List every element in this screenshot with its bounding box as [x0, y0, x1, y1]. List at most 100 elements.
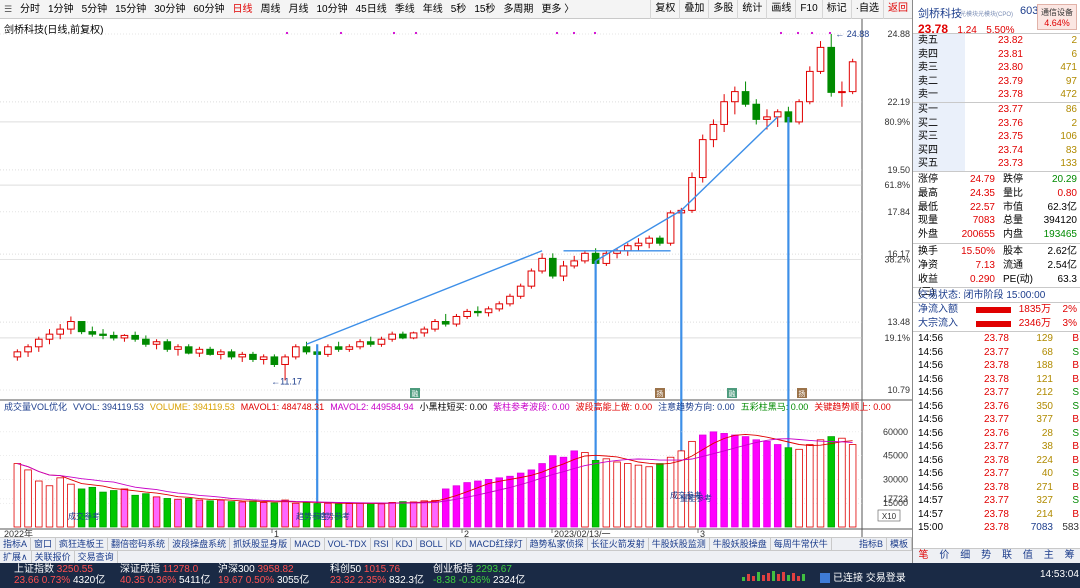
indicator-tab[interactable]: VOL-TDX [325, 538, 371, 550]
orderbook-row[interactable]: 买三 23.75 106 [913, 130, 1080, 144]
indicator-tab-right[interactable]: 指标B [856, 538, 887, 550]
period-tab[interactable]: 45日线 [352, 0, 391, 19]
side-tab[interactable]: 筹 [1059, 549, 1080, 563]
orderbook-row[interactable]: 卖一 23.78 472 [913, 88, 1080, 102]
event-marker[interactable]: 融 [727, 388, 737, 398]
period-tab[interactable]: 分时 [16, 0, 44, 19]
extension-tab[interactable]: 关联报价 [32, 551, 75, 563]
toolbar-button[interactable]: F10 [795, 0, 821, 19]
period-tab[interactable]: 1分钟 [44, 0, 78, 19]
toolbar-button[interactable]: 标记 [821, 0, 851, 19]
orderbook-row[interactable]: 买五 23.73 133 [913, 157, 1080, 171]
candle-body [741, 91, 750, 105]
indicator-tab[interactable]: 牛股妖股监测 [649, 538, 710, 550]
extension-tab[interactable]: 扩展∧ [0, 551, 32, 563]
indicator-tab[interactable]: 波段操盘系统 [169, 538, 231, 550]
orderbook-row[interactable]: 买四 23.74 83 [913, 143, 1080, 158]
indicator-tab[interactable]: MACD [291, 538, 325, 550]
orderbook-row[interactable]: 买一 23.77 86 [913, 102, 1080, 117]
signal-dot [828, 31, 832, 35]
event-marker[interactable]: 融 [410, 388, 420, 398]
indicator-tab[interactable]: 疯狂连板王 [56, 538, 109, 550]
index-ticker-item[interactable]: 深证成指 11278.0 40.35 0.36% 5411亿 [120, 564, 210, 586]
period-tab[interactable]: 60分钟 [189, 0, 228, 19]
index-ticker-item[interactable]: 科创50 1015.76 23.32 2.35% 832.3亿 [330, 564, 424, 586]
orderbook-row[interactable]: 卖五 23.82 2 [913, 34, 1080, 48]
stat-key: 量比 [1003, 187, 1023, 199]
indicator-tab[interactable]: KDJ [393, 538, 417, 550]
kline-chart[interactable]: 24.88 22.19 80.9% 19.50 61.8% 17.84 16.17 38.2%… [0, 19, 912, 537]
indicator-tab[interactable]: RSI [371, 538, 393, 550]
toolbar-button[interactable]: 复权 [650, 0, 679, 19]
side-tab[interactable]: 主 [1038, 549, 1059, 563]
mini-volume-bar [802, 574, 805, 581]
period-tab[interactable]: 日线 [229, 0, 257, 19]
period-tab[interactable]: 15秒 [470, 0, 499, 19]
toolbar-button[interactable]: 叠加 [679, 0, 708, 19]
volume-bar [570, 450, 578, 528]
volume-indicator-value: 注意趋势方向: 0.00 [658, 401, 735, 412]
period-tab[interactable]: 10分钟 [313, 0, 352, 19]
flow-key: 大宗流入 [918, 318, 958, 330]
sector-badge[interactable]: 通信设备 4.64% [1037, 4, 1077, 30]
toolbar-button[interactable]: 返回 [883, 0, 912, 19]
period-tab[interactable]: 15分钟 [111, 0, 150, 19]
period-tab[interactable]: 年线 [419, 0, 447, 19]
toolbar-button[interactable]: 统计 [737, 0, 766, 19]
orderbook-row[interactable]: 卖四 23.81 6 [913, 47, 1080, 62]
toolbar-button[interactable]: 画线 [766, 0, 795, 19]
orderbook-row[interactable]: 卖三 23.80 471 [913, 61, 1080, 75]
event-marker[interactable]: 扬 [797, 388, 807, 398]
period-tab[interactable]: 5秒 [447, 0, 471, 19]
period-tab[interactable]: 季线 [391, 0, 419, 19]
indicator-tab[interactable]: 窗口 [31, 538, 57, 550]
indicator-tab[interactable]: KD [447, 538, 467, 550]
indicator-tab[interactable]: 指标A [0, 538, 32, 550]
candle-body [324, 346, 332, 355]
toolbar-button[interactable]: 多股 [708, 0, 737, 19]
stock-name[interactable]: 剑桥科技 [918, 5, 962, 21]
side-tab[interactable]: 价 [934, 549, 955, 563]
index-line-1: 科创50 1015.76 [330, 564, 424, 575]
extension-tab[interactable]: 交易查询 [75, 551, 118, 563]
kline-chart-svg[interactable]: 24.8822.1980.9%19.5061.8%17.8416.1738.2%… [0, 19, 912, 537]
index-change: 23.32 [330, 575, 356, 586]
connection-status[interactable]: 已连接 交易登录 [820, 569, 906, 584]
volume-bar [495, 477, 503, 528]
period-tab[interactable]: 月线 [285, 0, 313, 19]
side-tab[interactable]: 细 [955, 549, 976, 563]
volume-indicator-header[interactable]: 成交量VOL优化 VVOL: 394119.53 VOLUME: 394119.53… [4, 401, 891, 412]
side-tab[interactable]: 联 [997, 549, 1018, 563]
menu-icon[interactable]: ☰ [0, 0, 16, 19]
index-ticker-item[interactable]: 上证指数 3250.55 23.66 0.73% 4320亿 [14, 564, 105, 586]
orderbook-row[interactable]: 买二 23.76 2 [913, 116, 1080, 131]
indicator-tab[interactable]: MACD红绿灯 [466, 538, 527, 550]
indicator-tab[interactable]: 趋势私家侦探 [527, 538, 588, 550]
index-ticker-item[interactable]: 沪深300 3958.82 19.67 0.50% 3055亿 [218, 564, 309, 586]
indicator-tab[interactable]: 抓妖股显身版 [230, 538, 292, 550]
indicator-tab[interactable]: 长征火箭发射 [588, 538, 649, 550]
period-tab[interactable]: 周线 [257, 0, 285, 19]
index-ticker-item[interactable]: 创业板指 2293.67 -8.38 -0.36% 2324亿 [433, 564, 525, 586]
indicator-tab[interactable]: 牛股妖股操盘 [710, 538, 771, 550]
toolbar-button[interactable]: ·自选 [850, 0, 883, 19]
orderbook-row[interactable]: 卖二 23.79 97 [913, 74, 1080, 89]
event-marker[interactable]: 扬 [655, 388, 665, 398]
side-tab[interactable]: 势 [976, 549, 997, 563]
indicator-tab[interactable]: 每周牛常伏牛 [771, 538, 832, 550]
side-tab[interactable]: 值 [1017, 549, 1038, 563]
period-tab[interactable]: 30分钟 [150, 0, 189, 19]
indicator-tab-right[interactable]: 模板 [887, 538, 912, 550]
candle-body [34, 338, 43, 348]
volume-bar [206, 500, 214, 528]
candle-body [377, 338, 386, 345]
side-tab[interactable]: 笔 [913, 549, 934, 563]
candle-body [131, 334, 139, 340]
period-tab[interactable]: 多周期 [499, 0, 537, 19]
indicator-tab[interactable]: BOLL [417, 538, 447, 550]
tick-volume: 271 [1036, 481, 1053, 493]
period-tab[interactable]: 5分钟 [78, 0, 112, 19]
period-tab[interactable]: 更多 〉 [537, 0, 578, 19]
tick-list[interactable]: 14:56 23.78 129 B 14:56 23.77 68 S 14:56 23.78 188… [913, 332, 1080, 535]
indicator-tab[interactable]: 翻倍密码系统 [108, 538, 170, 550]
